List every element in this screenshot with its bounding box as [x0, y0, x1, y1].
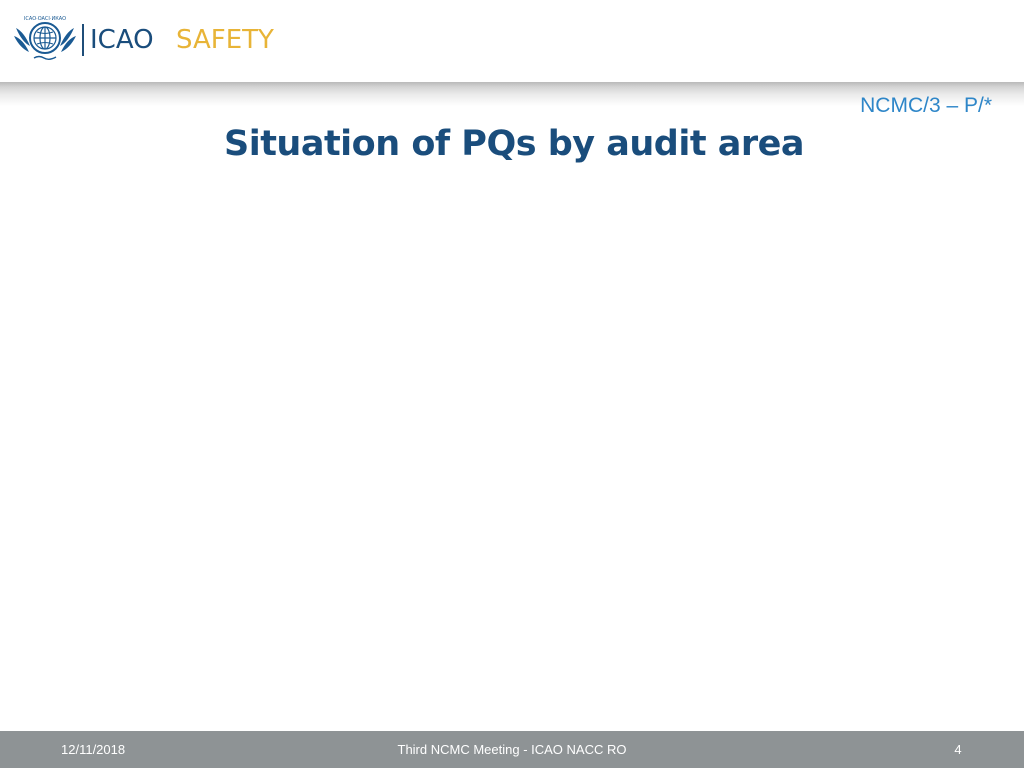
slide: ICAO·OACI·ИКАО ICAO SAFETY NCMC/3 – P/* …: [0, 0, 1024, 768]
header-bar: ICAO·OACI·ИКАО ICAO SAFETY: [0, 0, 1024, 82]
footer-date: 12/11/2018: [61, 742, 126, 757]
slide-content-area: [0, 180, 1024, 730]
svg-text:ICAO·OACI·ИКАО: ICAO·OACI·ИКАО: [24, 16, 66, 22]
document-reference: NCMC/3 – P/*: [860, 94, 992, 117]
footer-event-name: Third NCMC Meeting - ICAO NACC RO: [397, 742, 627, 757]
slide-title: Situation of PQs by audit area: [223, 124, 805, 164]
brand-name: ICAO: [90, 25, 154, 55]
page-number: 4: [954, 742, 962, 757]
footer-bar: 12/11/2018 Third NCMC Meeting - ICAO NAC…: [0, 731, 1024, 768]
brand-divider: [82, 24, 84, 56]
icao-emblem-icon: ICAO·OACI·ИКАО: [14, 16, 76, 60]
brand-tagline: SAFETY: [176, 25, 274, 55]
